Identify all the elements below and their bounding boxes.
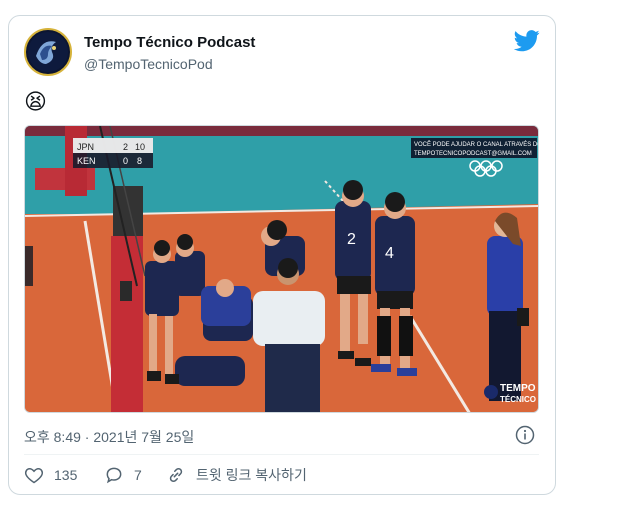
tweet-card: Tempo Técnico Podcast @TempoTecnicoPod 😫 (8, 15, 556, 495)
copy-link-label: 트윗 링크 복사하기 (196, 467, 307, 483)
reply-button[interactable]: 7 (104, 464, 142, 486)
overlay-email: TEMPOTECNICOPODCAST@GMAIL.COM (414, 151, 532, 157)
jersey-number: 2 (347, 231, 356, 248)
overlay-text: VOCÊ PODE AJUDAR O CANAL ATRAVÉS DO PIX (414, 140, 539, 148)
svg-text:TÉCNICO: TÉCNICO (500, 395, 536, 404)
reply-icon (106, 467, 122, 484)
heart-icon (24, 467, 44, 484)
timestamp[interactable]: 오후 8:49 · 2021년 7월 25일 (24, 427, 194, 447)
score-points: 10 (135, 142, 145, 152)
display-name[interactable]: Tempo Técnico Podcast (84, 34, 255, 51)
like-button[interactable]: 135 (24, 464, 77, 486)
podcast-logo-icon (28, 32, 68, 72)
svg-text:TEMPO: TEMPO (500, 383, 536, 394)
volleyball-scene: 2 4 JPN 2 10 KEN 0 8 VOCÊ PODE AJUDAR O … (25, 126, 539, 412)
info-icon[interactable] (515, 425, 535, 445)
twitter-bird-icon[interactable] (514, 30, 540, 52)
scoreboard: JPN 2 10 KEN 0 8 (73, 138, 153, 168)
score-points: 8 (137, 156, 142, 166)
score-sets: 0 (123, 156, 128, 166)
tweet-header: Tempo Técnico Podcast @TempoTecnicoPod (24, 28, 540, 80)
like-count: 135 (54, 467, 78, 483)
reply-count: 7 (134, 467, 142, 483)
score-sets: 2 (123, 142, 128, 152)
user-handle[interactable]: @TempoTecnicoPod (84, 56, 213, 72)
jersey-number: 4 (385, 245, 394, 262)
tweet-emoji: 😫 (24, 89, 47, 114)
tweet-meta: 오후 8:49 · 2021년 7월 25일 (24, 425, 539, 445)
copy-link-button[interactable]: 트윗 링크 복사하기 (166, 464, 307, 486)
tweet-video[interactable]: 2 4 JPN 2 10 KEN 0 8 VOCÊ PODE AJUDAR O … (24, 125, 539, 413)
divider (24, 454, 539, 455)
score-team: KEN (77, 156, 96, 166)
tweet-actions: 135 7 트윗 링크 복사하기 (24, 464, 539, 486)
score-team: JPN (77, 142, 94, 152)
avatar[interactable] (24, 28, 72, 76)
link-icon (169, 467, 183, 483)
